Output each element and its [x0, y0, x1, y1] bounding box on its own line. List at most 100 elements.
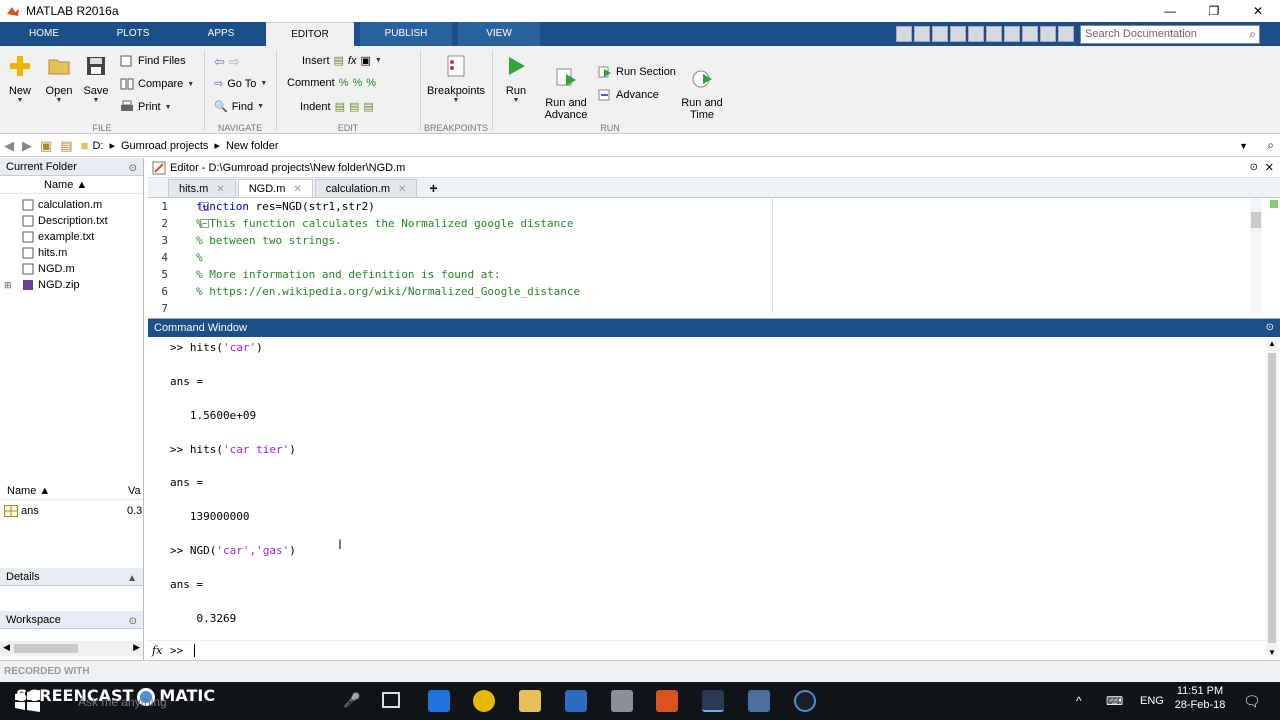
expand-icon[interactable]: ⊞	[4, 280, 12, 291]
cortana-search-hint[interactable]: Ask me anything	[78, 695, 167, 709]
clock[interactable]: 11:51 PM 28-Feb-18	[1170, 685, 1230, 711]
editor-vertical-scrollbar[interactable]	[1250, 198, 1262, 313]
tab-plots[interactable]: PLOTS	[104, 22, 162, 46]
comment-button[interactable]: Comment%%%	[287, 77, 376, 89]
task-view-icon[interactable]	[382, 692, 400, 708]
qat-icon[interactable]	[1040, 26, 1056, 42]
office-icon[interactable]	[656, 690, 678, 712]
editor-tab-calculation[interactable]: calculation.m ✕	[314, 179, 418, 197]
browse-folder-icon[interactable]: ▤	[60, 138, 72, 154]
language-indicator[interactable]: ENG	[1140, 682, 1164, 720]
search-documentation-input[interactable]: Search Documentation ⌕	[1080, 25, 1260, 44]
indent-button[interactable]: Indent ▤ ▤ ▤	[300, 100, 374, 114]
file-item[interactable]: calculation.m	[0, 197, 143, 213]
tray-overflow-icon[interactable]: ^	[1076, 682, 1082, 720]
file-item[interactable]: example.txt	[0, 229, 143, 245]
code-fold-icon[interactable]: −	[200, 202, 209, 211]
qat-icon[interactable]	[986, 26, 1002, 42]
qat-icon[interactable]	[896, 26, 912, 42]
keyboard-icon[interactable]: ⌨	[1106, 682, 1123, 720]
qat-icon[interactable]	[1022, 26, 1038, 42]
chrome-browser-icon[interactable]	[473, 690, 495, 712]
code-fold-icon[interactable]: −	[200, 219, 209, 228]
panel-menu-icon[interactable]: ⊙	[129, 613, 137, 631]
run-section-button[interactable]: Run Section	[598, 65, 676, 79]
compare-button[interactable]: Compare ▼	[120, 77, 194, 91]
file-item[interactable]: Description.txt	[0, 213, 143, 229]
open-button[interactable]: Open ▼	[44, 54, 74, 104]
close-tab-icon[interactable]: ✕	[293, 184, 301, 195]
window-taskbar-icon[interactable]	[748, 690, 770, 712]
find-button[interactable]: 🔍 Find ▼	[214, 100, 264, 114]
details-header[interactable]: Details ▲	[0, 568, 143, 586]
workspace-variable-row[interactable]: ans 0.3	[0, 504, 143, 520]
restore-button[interactable]: ❐	[1192, 0, 1236, 22]
new-tab-button[interactable]: +	[419, 179, 448, 197]
close-tab-icon[interactable]: ✕	[216, 184, 224, 195]
qat-icon[interactable]	[968, 26, 984, 42]
minimize-button[interactable]: —	[1148, 0, 1192, 22]
close-tab-icon[interactable]: ✕	[398, 184, 406, 195]
print-button[interactable]: Print ▼	[120, 100, 172, 114]
new-button[interactable]: New ▼	[6, 54, 34, 104]
breakpoints-icon	[447, 55, 465, 77]
qat-icon[interactable]	[950, 26, 966, 42]
command-prompt-row[interactable]: fx >>	[148, 640, 1280, 660]
help-icon[interactable]	[1058, 26, 1074, 42]
file-item[interactable]: ⊞ NGD.zip	[0, 277, 143, 293]
matlab-taskbar-icon[interactable]	[702, 690, 724, 712]
breadcrumb-gumroad[interactable]: Gumroad projects	[121, 140, 208, 152]
notifications-icon[interactable]: 🗨	[1243, 682, 1261, 720]
go-to-button[interactable]: ⇨ Go To ▼	[214, 77, 267, 91]
breakpoints-button[interactable]: Breakpoints ▼	[426, 54, 486, 104]
back-arrow-icon[interactable]: ◀	[4, 138, 14, 154]
insert-button[interactable]: Insert ▤ fx ▣ ▼	[302, 54, 382, 68]
breadcrumb-drive[interactable]: D:	[92, 140, 103, 152]
qat-icon[interactable]	[914, 26, 930, 42]
qat-icon[interactable]	[932, 26, 948, 42]
file-item[interactable]: NGD.m	[0, 261, 143, 277]
forward-arrow-icon[interactable]: ▶	[22, 138, 32, 154]
fx-function-browser-icon[interactable]: fx	[152, 644, 162, 657]
workspace-name-column[interactable]: Name ▲	[7, 485, 50, 497]
editor-tab-hits[interactable]: hits.m ✕	[168, 179, 236, 197]
file-explorer-icon[interactable]	[519, 690, 541, 712]
code-analyzer-indicator[interactable]	[1270, 200, 1278, 208]
collapse-icon[interactable]: ▲	[127, 570, 137, 588]
horizontal-scrollbar[interactable]: ◀ ▶	[0, 641, 143, 656]
tab-editor[interactable]: EDITOR	[266, 22, 354, 46]
microphone-icon[interactable]: 🎤	[343, 692, 360, 709]
find-files-button[interactable]: Find Files	[120, 54, 186, 68]
panel-menu-icon[interactable]: ⊙	[1250, 158, 1258, 178]
screencast-taskbar-icon[interactable]	[794, 690, 816, 712]
name-column-header[interactable]: Name ▲	[0, 176, 143, 194]
edge-browser-icon[interactable]	[428, 690, 450, 712]
up-folder-icon[interactable]: ▣	[40, 138, 52, 154]
back-forward-buttons[interactable]: ⇦ ⇨	[214, 54, 240, 70]
qat-icon[interactable]	[1004, 26, 1020, 42]
run-button[interactable]: Run ▼	[500, 54, 532, 104]
close-button[interactable]: ✕	[1236, 0, 1280, 22]
store-icon[interactable]	[565, 690, 587, 712]
tab-view[interactable]: VIEW	[458, 22, 540, 46]
search-icon[interactable]: ⌕	[1249, 27, 1256, 42]
save-button[interactable]: Save ▼	[82, 54, 110, 104]
run-and-advance-button[interactable]: Run and Advance	[542, 54, 590, 133]
code-area[interactable]: 1 function res=NGD(str1,str2) 2% This fun…	[148, 198, 1280, 313]
run-and-time-button[interactable]: Run and Time	[680, 54, 724, 133]
file-item[interactable]: hits.m	[0, 245, 143, 261]
command-window-scrollbar[interactable]: ▲ ▼	[1266, 339, 1278, 657]
advance-button[interactable]: Advance	[598, 88, 659, 102]
group-label-navigate: NAVIGATE	[217, 123, 263, 133]
breadcrumb-new-folder[interactable]: New folder	[226, 140, 279, 152]
close-editor-icon[interactable]: ✕	[1265, 158, 1274, 178]
workspace-value-column[interactable]: Va	[128, 485, 141, 497]
tab-home[interactable]: HOME	[16, 22, 72, 46]
tab-apps[interactable]: APPS	[194, 22, 248, 46]
panel-menu-icon[interactable]: ⊙	[1266, 319, 1274, 337]
editor-tab-ngd[interactable]: NGD.m ✕	[237, 179, 313, 197]
tab-publish[interactable]: PUBLISH	[360, 22, 452, 46]
address-dropdown-icon[interactable]: ▼	[1239, 141, 1248, 151]
app-icon[interactable]	[611, 690, 633, 712]
address-search-icon[interactable]: ⌕	[1267, 138, 1274, 153]
